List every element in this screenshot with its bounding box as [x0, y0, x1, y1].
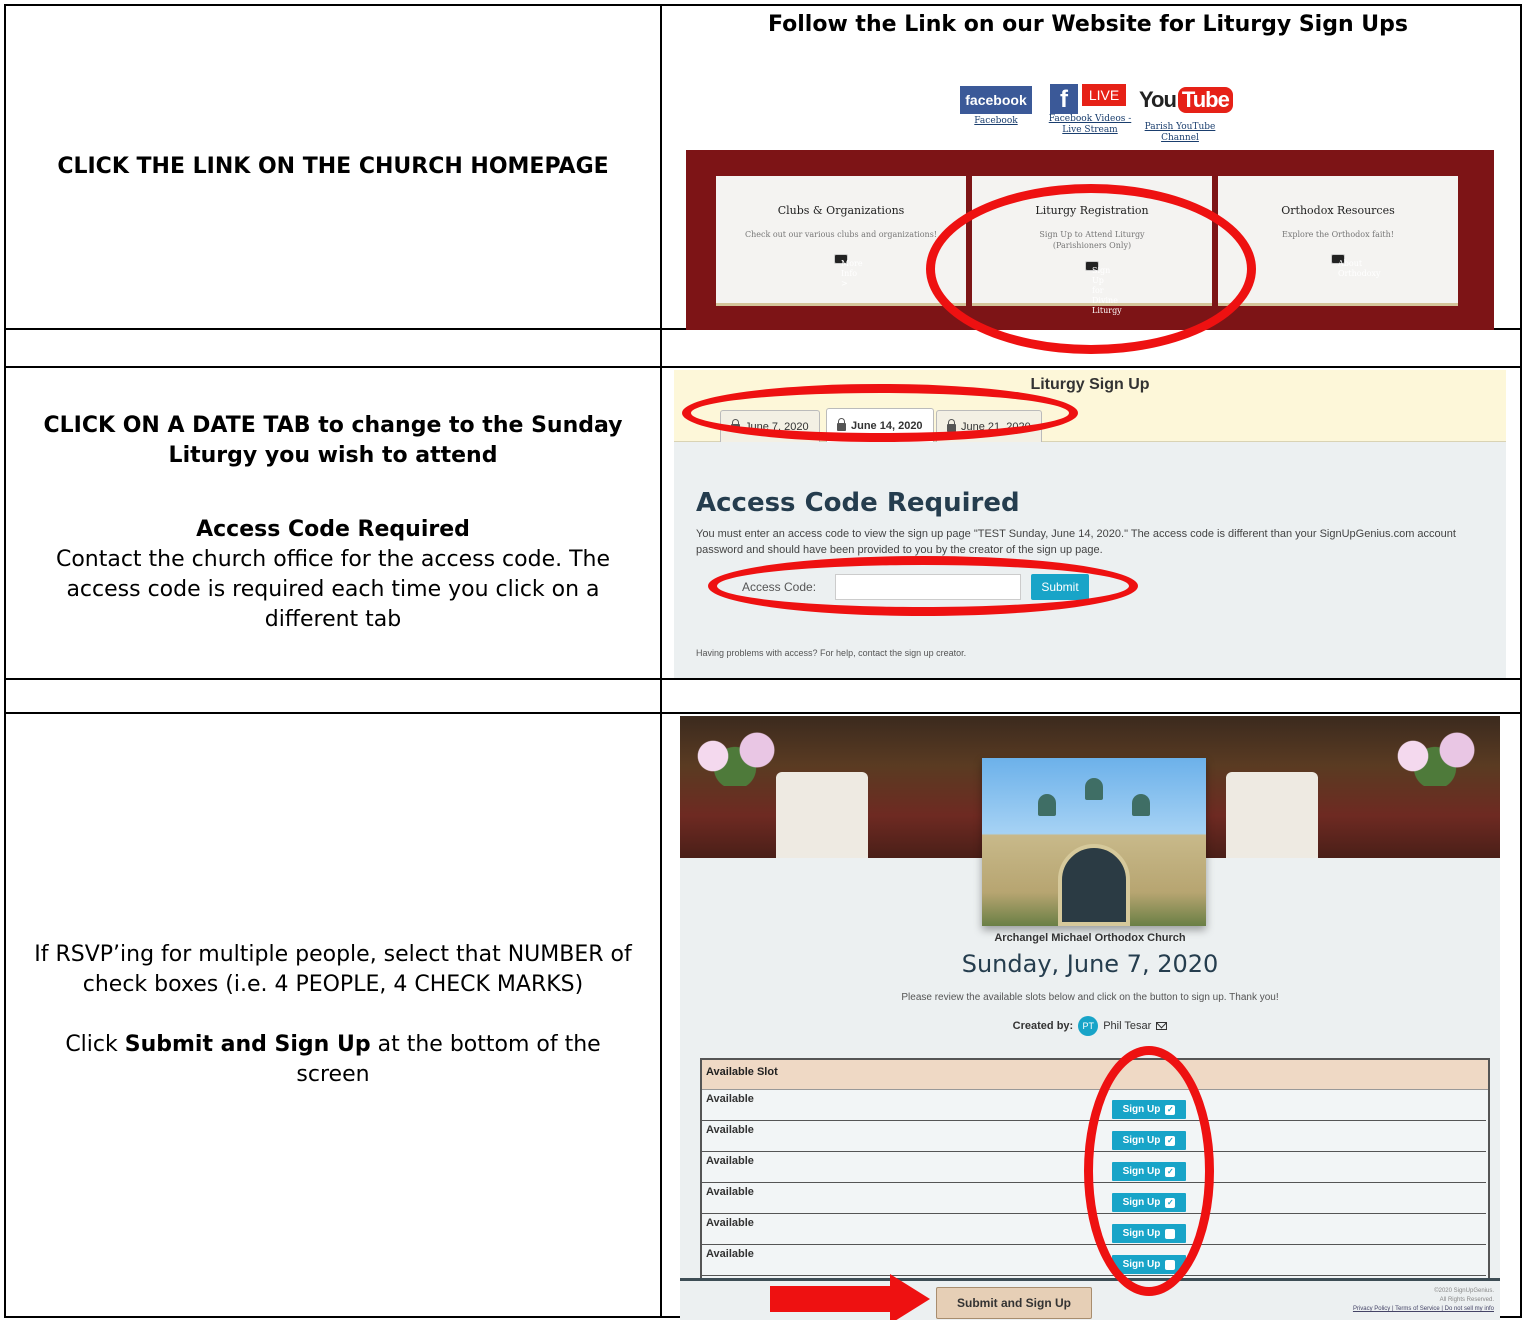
card-orthodox-resources: Orthodox Resources Explore the Orthodox … [1218, 176, 1458, 306]
slot-row: Available Sign Up [702, 1245, 1486, 1276]
more-info-button[interactable]: More Info > [834, 254, 863, 288]
organization-name: Archangel Michael Orthodox Church [994, 932, 1186, 944]
instruction-access-text: Contact the church office for the access… [55, 547, 611, 632]
instruction-row-1: CLICK THE LINK ON THE CHURCH HOMEPAGE [6, 6, 660, 328]
dome-left [1038, 794, 1056, 816]
youtube-tube-text: Tube [1177, 87, 1233, 113]
avatar: PT [1078, 1016, 1099, 1036]
submit-and-sign-up-button[interactable]: Submit and Sign Up [936, 1287, 1092, 1319]
youtube-link[interactable]: Parish YouTube Channel [1130, 122, 1230, 144]
slot-label: Available [706, 1093, 754, 1105]
created-by: Created by: PT Phil Tesar [680, 1016, 1500, 1036]
instruction-row-2: CLICK ON A DATE TAB to change to the Sun… [6, 368, 660, 678]
facebook-live-logo[interactable]: f LIVE [1050, 84, 1126, 114]
signup-date: Sunday, June 7, 2020 [961, 950, 1219, 978]
table-column-divider [660, 4, 662, 1318]
instruction-row-3: If RSVP’ing for multiple people, select … [6, 714, 660, 1316]
legal-links[interactable]: Privacy Policy | Terms of Service | Do n… [1353, 1305, 1494, 1314]
card-title: Clubs & Organizations [777, 204, 905, 217]
facebook-live-link[interactable]: Facebook Videos - Live Stream [1036, 114, 1144, 136]
slot-label: Available [706, 1186, 754, 1198]
highlight-circle [1084, 1046, 1214, 1296]
instruction-submit: Click Submit and Sign Up at the bottom o… [65, 1032, 601, 1087]
table-divider [4, 678, 1522, 680]
creator-name[interactable]: Phil Tesar [1103, 1020, 1151, 1032]
dome-right [1132, 794, 1150, 816]
card-description: Check out our various clubs and organiza… [744, 230, 938, 239]
instruction-rsvp: If RSVP’ing for multiple people, select … [34, 942, 632, 997]
panel1-title: Follow the Link on our Website for Litur… [768, 12, 1408, 37]
church-doorway [1058, 844, 1130, 926]
mail-icon[interactable] [1156, 1022, 1168, 1030]
facebook-f-icon: f [1050, 84, 1078, 114]
church-photo [982, 758, 1206, 926]
slot-label: Available [706, 1217, 754, 1229]
facebook-link[interactable]: Facebook [960, 116, 1032, 127]
about-orthodoxy-button[interactable]: About Orthodoxy [1331, 254, 1381, 278]
table-border-right [1520, 4, 1522, 1318]
live-badge: LIVE [1082, 84, 1126, 106]
card-title: Orthodox Resources [1281, 204, 1395, 217]
arrow-icon [770, 1274, 930, 1320]
card-clubs: Clubs & Organizations Check out our vari… [716, 176, 966, 306]
review-instructions: Please review the available slots below … [901, 992, 1279, 1003]
highlight-circle [708, 556, 1138, 616]
flowers-left [680, 726, 790, 786]
slot-label: Available [706, 1124, 754, 1136]
access-code-heading: Access Code Required [696, 488, 1020, 518]
youtube-you-text: You [1139, 87, 1177, 112]
access-code-description: You must enter an access code to view th… [696, 528, 1456, 556]
slot-label: Available [706, 1155, 754, 1167]
highlight-circle [682, 384, 1078, 442]
instruction-date-tab: CLICK ON A DATE TAB to change to the Sun… [43, 413, 623, 468]
highlight-circle [926, 184, 1256, 354]
legal-footer: ©2020 SignUpGenius. All Rights Reserved.… [1352, 1288, 1494, 1314]
altar-left [776, 772, 868, 858]
slots-header: Available Slot [702, 1060, 1488, 1090]
created-by-label: Created by: [1012, 1020, 1074, 1032]
dome-center [1085, 778, 1103, 800]
instruction-homepage: CLICK THE LINK ON THE CHURCH HOMEPAGE [57, 154, 609, 179]
youtube-logo[interactable]: You Tube [1139, 84, 1233, 116]
altar-right [1226, 772, 1318, 858]
facebook-logo[interactable]: facebook [960, 86, 1032, 114]
card-description: Explore the Orthodox faith! [1281, 230, 1395, 239]
slot-label: Available [706, 1248, 754, 1260]
flowers-right [1380, 726, 1490, 786]
instruction-access-heading: Access Code Required [196, 517, 470, 542]
signup-slots-page: Archangel Michael Orthodox Church Sunday… [680, 716, 1500, 1320]
access-help-text: Having problems with access? For help, c… [696, 648, 967, 658]
